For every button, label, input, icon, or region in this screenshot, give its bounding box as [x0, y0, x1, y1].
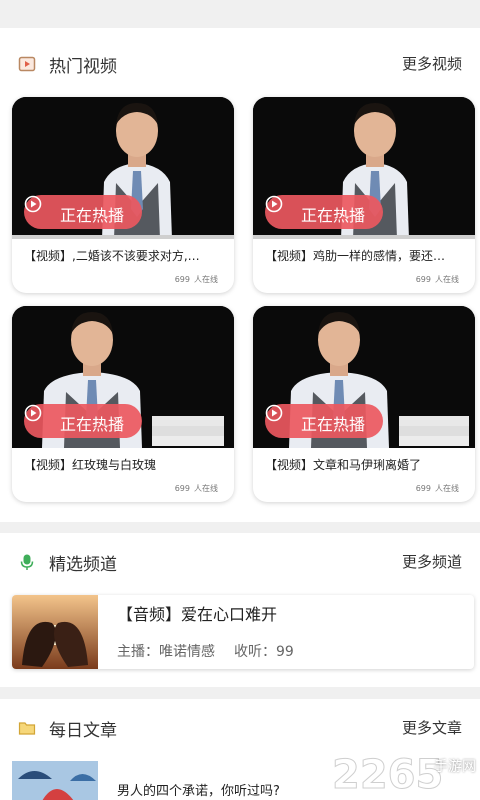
badge-label: 正在热播	[301, 206, 366, 225]
play-icon	[24, 195, 42, 213]
video-card[interactable]: 正在热播 【视频】红玫瑰与白玫瑰 699 人在线	[12, 306, 234, 502]
more-articles-link[interactable]: 更多文章	[402, 717, 462, 738]
now-playing-badge: 正在热播	[24, 404, 142, 438]
now-playing-badge: 正在热播	[265, 195, 383, 229]
channel-thumbnail	[12, 595, 98, 669]
watermark-logo: 2265 手游网	[330, 748, 480, 800]
badge-label: 正在热播	[60, 415, 125, 434]
video-icon	[18, 56, 36, 72]
badge-label: 正在热播	[301, 415, 366, 434]
more-channels-link[interactable]: 更多频道	[402, 551, 462, 572]
hot-videos-section: 热门视频 更多视频 正在热播 【视频】,二婚该不该要求对方,… 699 人在线 …	[0, 28, 480, 522]
online-count: 699 人在线	[174, 275, 218, 284]
play-icon	[24, 404, 42, 422]
article-title: 男人的四个承诺，你听过吗?	[117, 784, 280, 799]
play-icon	[265, 404, 283, 422]
video-card[interactable]: 正在热播 【视频】鸡肋一样的感情，要还… 699 人在线	[253, 97, 475, 293]
online-count: 699 人在线	[415, 275, 459, 284]
featured-channels-section: 精选频道 更多频道 【音频】爱在心口难开 主播：唯诺情感 收听：99	[0, 533, 480, 687]
articles-header: 每日文章 更多文章	[0, 710, 480, 746]
hot-videos-title: 热门视频	[49, 57, 117, 77]
now-playing-badge: 正在热播	[24, 195, 142, 229]
hot-videos-header: 热门视频 更多视频	[0, 46, 480, 82]
video-title: 【视频】文章和马伊琍离婚了	[265, 458, 422, 472]
play-icon	[265, 195, 283, 213]
video-title: 【视频】鸡肋一样的感情，要还…	[265, 249, 446, 263]
badge-label: 正在热播	[60, 206, 125, 225]
video-card[interactable]: 正在热播 【视频】文章和马伊琍离婚了 699 人在线	[253, 306, 475, 502]
channel-host: 主播：唯诺情感	[117, 644, 215, 660]
video-thumbnail: 正在热播	[253, 306, 475, 448]
video-title: 【视频】,二婚该不该要求对方,…	[24, 249, 200, 263]
video-card[interactable]: 正在热播 【视频】,二婚该不该要求对方,… 699 人在线	[12, 97, 234, 293]
video-thumbnail: 正在热播	[12, 97, 234, 239]
article-thumbnail	[12, 761, 98, 800]
folder-icon	[18, 722, 36, 735]
video-thumbnail: 正在热播	[253, 97, 475, 239]
channels-header: 精选频道 更多频道	[0, 544, 480, 580]
channels-title: 精选频道	[49, 555, 117, 575]
channel-title: 【音频】爱在心口难开	[117, 605, 278, 624]
articles-title: 每日文章	[49, 721, 117, 741]
now-playing-badge: 正在热播	[265, 404, 383, 438]
microphone-icon	[20, 554, 34, 570]
online-count: 699 人在线	[415, 484, 459, 493]
channel-item[interactable]: 【音频】爱在心口难开 主播：唯诺情感 收听：99	[12, 595, 474, 669]
watermark-sub: 手游网	[434, 759, 476, 775]
video-title: 【视频】红玫瑰与白玫瑰	[24, 458, 157, 472]
svg-text:2265: 2265	[332, 752, 443, 798]
online-count: 699 人在线	[174, 484, 218, 493]
more-videos-link[interactable]: 更多视频	[402, 53, 462, 74]
video-thumbnail: 正在热播	[12, 306, 234, 448]
channel-listen-count: 收听：99	[234, 644, 294, 660]
